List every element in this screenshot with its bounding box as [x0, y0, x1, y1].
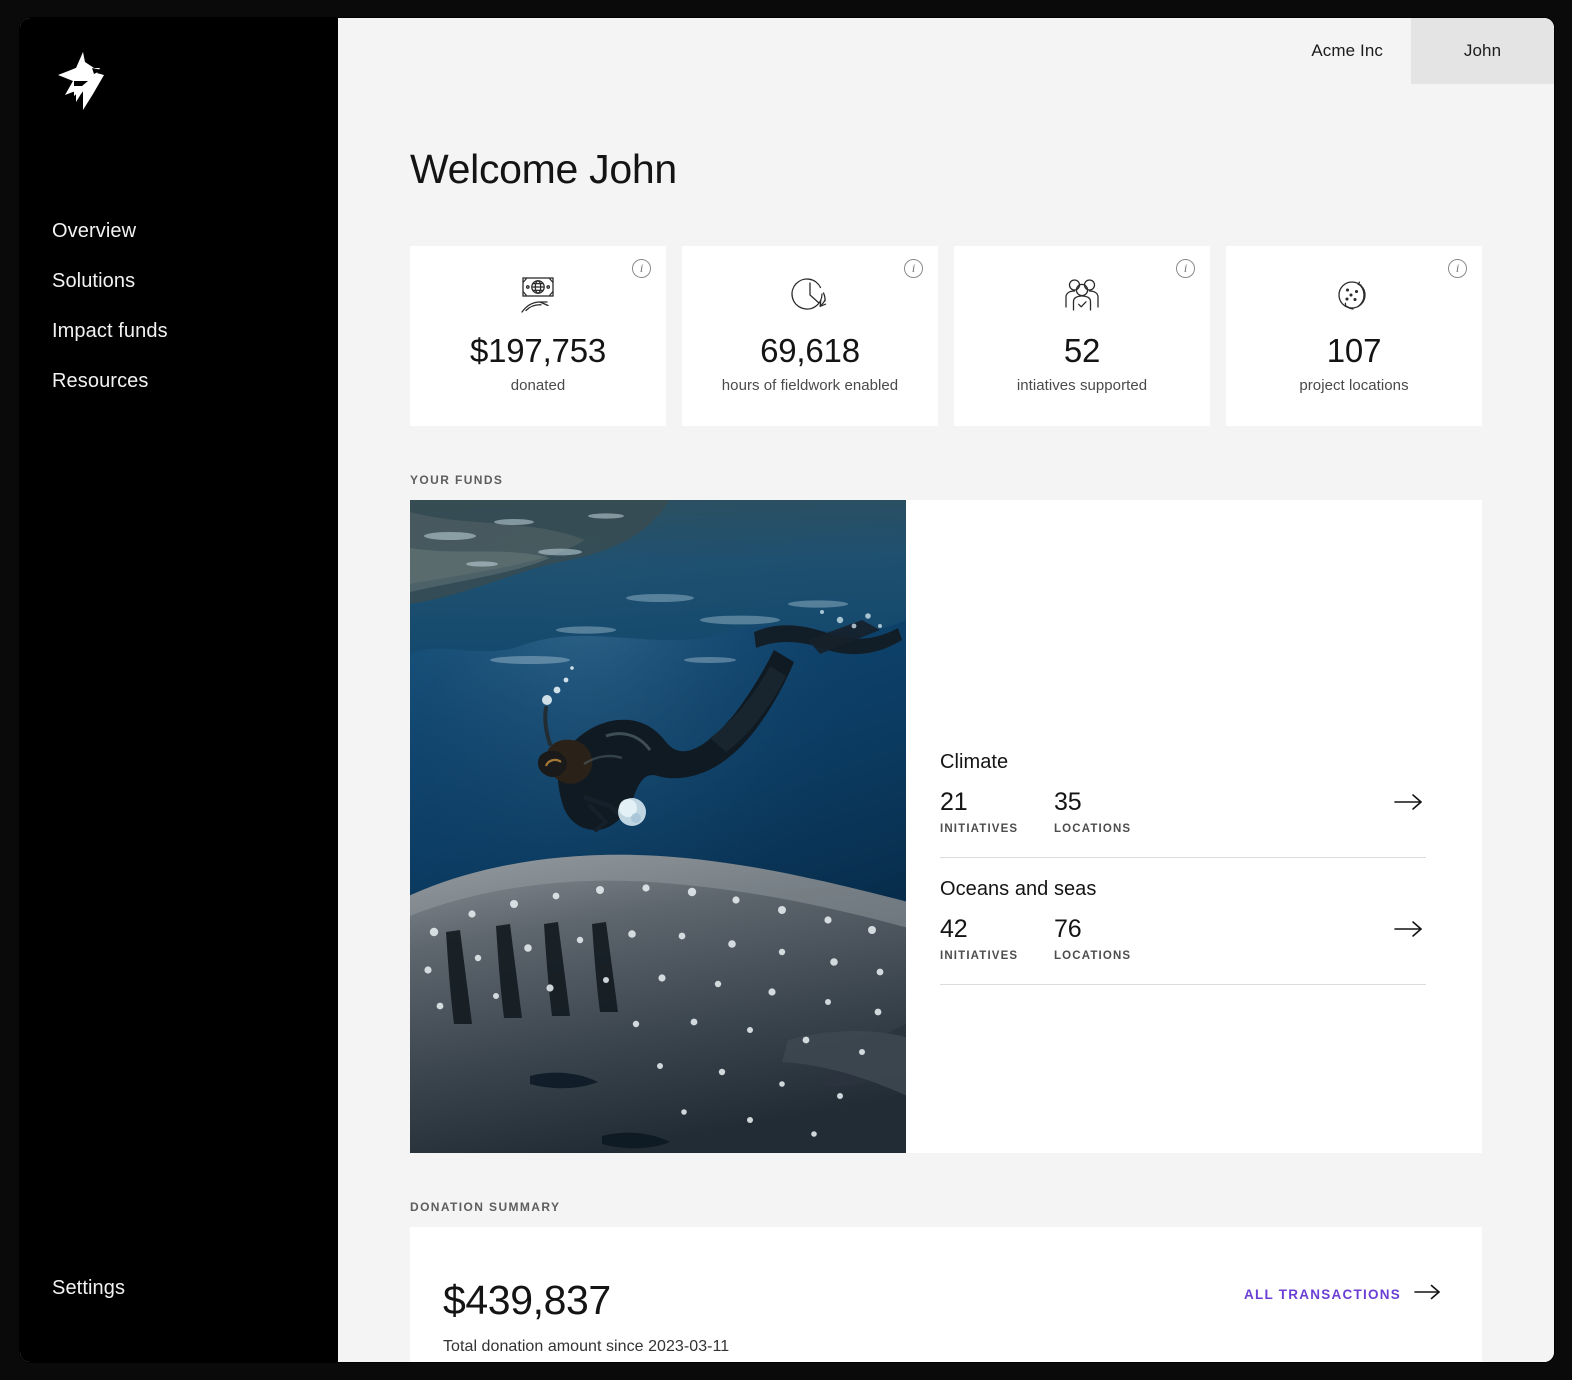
- info-icon[interactable]: i: [1448, 259, 1467, 278]
- info-icon[interactable]: i: [1176, 259, 1195, 278]
- stat-value: 52: [1063, 332, 1101, 369]
- metric-label: LOCATIONS: [1054, 949, 1132, 962]
- arrow-right-icon[interactable]: [1394, 919, 1424, 944]
- metric-value: 21: [940, 787, 968, 816]
- logo-container[interactable]: [20, 18, 338, 138]
- stat-value: $197,753: [469, 332, 607, 369]
- stat-label: intiatives supported: [1016, 377, 1148, 394]
- metric-initiatives: 42 INITIATIVES: [940, 915, 1054, 962]
- donation-text-block: $439,837 Total donation amount since 202…: [443, 1277, 729, 1356]
- sidebar-nav: Overview Solutions Impact funds Resource…: [20, 206, 338, 406]
- people-check-icon: [1060, 273, 1104, 319]
- main-area: Acme Inc John Welcome John i $197,753 do…: [338, 18, 1554, 1362]
- fund-row-climate[interactable]: Climate 21 INITIATIVES 35 LOCATIONS: [940, 731, 1426, 858]
- donation-summary-caption: DONATION SUMMARY: [410, 1200, 561, 1214]
- sidebar-item-impact-funds[interactable]: Impact funds: [20, 306, 338, 356]
- your-funds-caption: YOUR FUNDS: [410, 473, 504, 487]
- sidebar: Overview Solutions Impact funds Resource…: [20, 18, 338, 1362]
- donation-summary-card: $439,837 Total donation amount since 202…: [410, 1227, 1482, 1362]
- sidebar-item-label: Resources: [52, 370, 149, 392]
- funds-panel: Climate 21 INITIATIVES 35 LOCATIONS Ocea…: [410, 500, 1482, 1153]
- sidebar-item-settings[interactable]: Settings: [20, 1266, 338, 1310]
- fund-metrics: 42 INITIATIVES 76 LOCATIONS: [940, 915, 1426, 962]
- clock-rotate-icon: [787, 273, 833, 319]
- shark-logo-icon: [58, 52, 104, 110]
- sidebar-item-label: Overview: [52, 220, 137, 242]
- metric-label: LOCATIONS: [1054, 822, 1132, 835]
- fund-name: Oceans and seas: [940, 877, 1097, 900]
- stat-card-donated: i $197,753 donated: [410, 246, 666, 426]
- stat-label: project locations: [1299, 377, 1409, 394]
- sidebar-item-solutions[interactable]: Solutions: [20, 256, 338, 306]
- fund-metrics: 21 INITIATIVES 35 LOCATIONS: [940, 788, 1426, 835]
- donation-subtitle: Total donation amount since 2023-03-11: [443, 1338, 730, 1355]
- app-window: Overview Solutions Impact funds Resource…: [20, 18, 1554, 1362]
- stat-card-initiatives: i 52 intiatives supported: [954, 246, 1210, 426]
- globe-locations-icon: [1331, 273, 1377, 319]
- fund-rows: Climate 21 INITIATIVES 35 LOCATIONS Ocea…: [940, 731, 1426, 985]
- fund-name: Climate: [940, 750, 1009, 773]
- metric-value: 76: [1054, 914, 1082, 943]
- org-switcher[interactable]: Acme Inc: [1283, 18, 1411, 84]
- diver-whale-shark-photo: [410, 500, 906, 1153]
- page-content: Welcome John i $197,753 donated i 69,618…: [338, 84, 1554, 1362]
- metric-locations: 35 LOCATIONS: [1054, 788, 1168, 835]
- sidebar-item-overview[interactable]: Overview: [20, 206, 338, 256]
- arrow-right-icon[interactable]: [1394, 792, 1424, 817]
- metric-value: 42: [940, 914, 968, 943]
- metric-value: 35: [1054, 787, 1082, 816]
- metric-label: INITIATIVES: [940, 949, 1019, 962]
- all-transactions-label: ALL TRANSACTIONS: [1244, 1287, 1401, 1302]
- arrow-right-icon: [1414, 1283, 1442, 1306]
- fund-row-oceans-and-seas[interactable]: Oceans and seas 42 INITIATIVES 76 LOCATI…: [940, 858, 1426, 985]
- stat-label: hours of fieldwork enabled: [721, 377, 899, 394]
- top-bar: Acme Inc John: [338, 18, 1554, 84]
- user-menu-tab[interactable]: John: [1411, 18, 1554, 84]
- sidebar-item-resources[interactable]: Resources: [20, 356, 338, 406]
- stat-label: donated: [510, 377, 566, 394]
- all-transactions-link[interactable]: ALL TRANSACTIONS: [1244, 1283, 1442, 1306]
- metric-initiatives: 21 INITIATIVES: [940, 788, 1054, 835]
- stats-row: i $197,753 donated i 69,618 hours of fie…: [410, 246, 1554, 426]
- sidebar-item-label: Solutions: [52, 270, 136, 292]
- sidebar-item-label: Settings: [52, 1277, 126, 1299]
- info-icon[interactable]: i: [904, 259, 923, 278]
- org-name: Acme Inc: [1311, 41, 1383, 60]
- stat-value: 69,618: [760, 332, 860, 369]
- stat-value: 107: [1326, 332, 1382, 369]
- stat-card-hours: i 69,618 hours of fieldwork enabled: [682, 246, 938, 426]
- money-globe-hand-icon: [514, 273, 562, 319]
- metric-label: INITIATIVES: [940, 822, 1019, 835]
- info-icon[interactable]: i: [632, 259, 651, 278]
- page-title: Welcome John: [410, 146, 677, 192]
- sidebar-item-label: Impact funds: [52, 320, 168, 342]
- stat-card-locations: i 107 project locations: [1226, 246, 1482, 426]
- user-name: John: [1463, 41, 1502, 60]
- funds-list: Climate 21 INITIATIVES 35 LOCATIONS Ocea…: [906, 500, 1482, 1153]
- donation-amount: $439,837: [443, 1277, 611, 1323]
- metric-locations: 76 LOCATIONS: [1054, 915, 1168, 962]
- sidebar-footer: Settings: [20, 1266, 338, 1362]
